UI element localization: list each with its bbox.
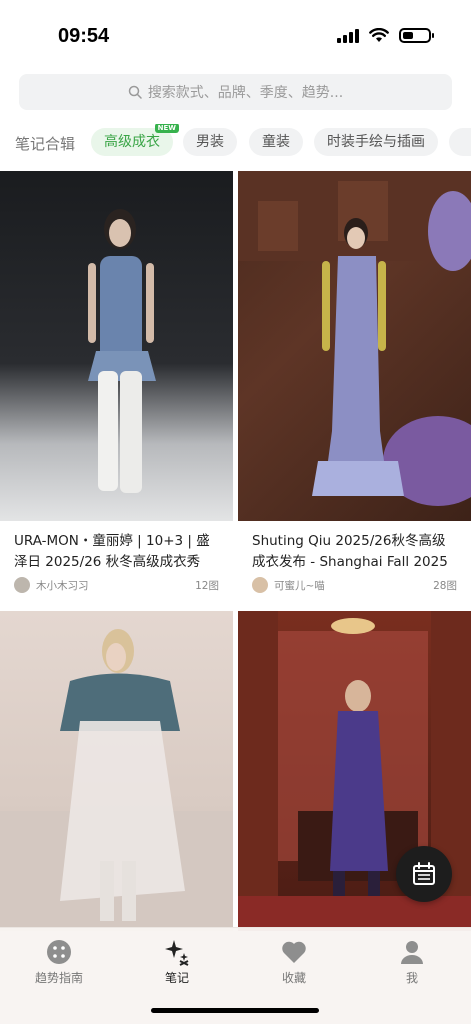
- author-name: 可蜜儿~喵: [274, 579, 325, 592]
- tab-favorites[interactable]: 收藏: [254, 938, 334, 986]
- calendar-icon: [413, 862, 435, 885]
- chip-more[interactable]: [449, 128, 471, 156]
- fashion-photo: [0, 611, 233, 931]
- tab-notes[interactable]: 笔记: [137, 938, 217, 986]
- note-card[interactable]: URA-MON・童丽婷 | 10+3 | 盛泽日 2025/26 秋冬高级成衣秀…: [0, 171, 233, 593]
- tab-label: 收藏: [281, 971, 306, 985]
- note-meta: 木小木习习 12图: [0, 573, 233, 593]
- note-author: 可蜜儿~喵: [252, 577, 325, 593]
- runway-photo: [238, 171, 471, 521]
- runway-photo: [0, 171, 233, 521]
- note-title: Shuting Qiu 2025/26秋冬高级成衣发布 - Shanghai F…: [252, 533, 448, 570]
- category-chips: 笔记合辑 高级成衣 NEW 男装 童装 时装手绘与插画: [0, 124, 471, 160]
- note-author: 木小木习习: [14, 577, 89, 593]
- avatar: [14, 577, 30, 593]
- chip-label: 男装: [196, 134, 224, 150]
- chips-label: 笔记合辑: [15, 135, 76, 153]
- status-time: 09:54: [58, 25, 110, 47]
- chip-kidswear[interactable]: 童装: [249, 128, 303, 156]
- chip-label: 童装: [262, 134, 290, 150]
- tab-label: 趋势指南: [34, 971, 83, 985]
- status-icons: [337, 28, 434, 43]
- tab-trend-guide[interactable]: 趋势指南: [19, 938, 99, 986]
- battery-icon: [399, 28, 434, 43]
- cellular-signal-icon: [337, 28, 359, 43]
- image-count: 12图: [195, 579, 219, 592]
- chip-illustration[interactable]: 时装手绘与插画: [314, 128, 438, 156]
- chip-label: 高级成衣: [104, 134, 160, 150]
- avatar: [252, 577, 268, 593]
- calendar-button[interactable]: [396, 846, 452, 902]
- author-name: 木小木习习: [36, 579, 89, 592]
- chip-ready-to-wear[interactable]: 高级成衣 NEW: [91, 124, 179, 156]
- note-card[interactable]: [0, 611, 233, 931]
- home-indicator: [151, 1008, 319, 1013]
- image-count: 28图: [433, 579, 457, 592]
- dots-grid-icon: [45, 938, 73, 966]
- person-icon: [398, 938, 426, 966]
- sparkle-icon: [163, 938, 191, 966]
- note-meta: 可蜜儿~喵 28图: [238, 573, 471, 593]
- chip-label: 时装手绘与插画: [327, 134, 425, 150]
- tab-label: 我: [405, 971, 418, 985]
- search-input[interactable]: 搜索款式、品牌、季度、趋势...: [19, 74, 452, 110]
- tab-label: 笔记: [164, 971, 189, 985]
- heart-icon: [280, 938, 308, 966]
- new-badge: NEW: [154, 124, 179, 133]
- tab-me[interactable]: 我: [372, 938, 452, 986]
- note-title: URA-MON・童丽婷 | 10+3 | 盛泽日 2025/26 秋冬高级成衣秀: [14, 533, 210, 570]
- status-bar: 09:54: [0, 0, 471, 70]
- wifi-icon: [369, 28, 389, 42]
- search-icon: [128, 85, 142, 99]
- chip-menswear[interactable]: 男装: [183, 128, 237, 156]
- search-placeholder: 搜索款式、品牌、季度、趋势...: [147, 85, 344, 101]
- note-card[interactable]: Shuting Qiu 2025/26秋冬高级成衣发布 - Shanghai F…: [238, 171, 471, 593]
